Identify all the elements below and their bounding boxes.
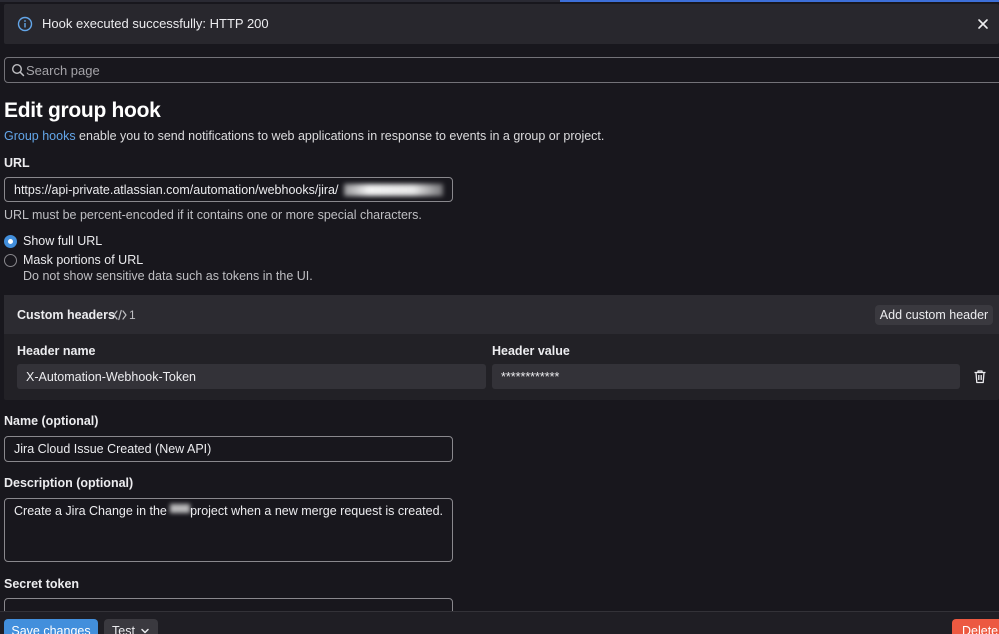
show-full-url-radio[interactable] <box>4 234 17 248</box>
secret-token-label: Secret token <box>4 577 80 591</box>
url-redaction <box>344 183 443 196</box>
custom-headers-panel: Custom headers 1 Add custom header Heade… <box>4 295 999 400</box>
top-progress-line <box>0 0 999 2</box>
custom-headers-count: 1 <box>129 308 136 322</box>
search-input[interactable] <box>26 60 986 80</box>
add-custom-header-button[interactable]: Add custom header <box>875 305 993 325</box>
close-alert-button[interactable] <box>973 14 993 34</box>
trash-icon[interactable] <box>973 369 987 384</box>
header-value-input[interactable]: ************ <box>492 364 960 389</box>
save-changes-button[interactable]: Save changes <box>4 619 98 634</box>
intro-text: enable you to send notifications to web … <box>75 129 605 143</box>
alert-message: Hook executed successfully: HTTP 200 <box>42 16 269 31</box>
name-input[interactable]: Jira Cloud Issue Created (New API) <box>4 436 453 462</box>
page-title: Edit group hook <box>4 99 161 122</box>
url-label: URL <box>4 156 30 170</box>
name-label: Name (optional) <box>4 414 99 428</box>
test-button-label: Test <box>112 624 135 634</box>
code-icon <box>113 309 127 321</box>
page-intro: Group hooks enable you to send notificat… <box>4 129 604 143</box>
header-name-input[interactable]: X-Automation-Webhook-Token <box>17 364 486 389</box>
show-full-url-label: Show full URL <box>23 234 103 248</box>
mask-url-help: Do not show sensitive data such as token… <box>23 269 313 283</box>
mask-url-option[interactable]: Mask portions of URL <box>4 253 143 267</box>
info-icon <box>17 16 33 32</box>
custom-headers-bar: Custom headers 1 Add custom header <box>4 295 999 334</box>
url-value: https://api-private.atlassian.com/automa… <box>14 182 339 197</box>
show-full-url-option[interactable]: Show full URL <box>4 234 102 248</box>
description-text-end: project when a new merge request is crea… <box>190 504 443 518</box>
group-hooks-link[interactable]: Group hooks <box>4 129 76 143</box>
search-icon <box>11 63 25 77</box>
description-textarea[interactable]: Create a Jira Change in the project when… <box>4 498 453 562</box>
success-alert: Hook executed successfully: HTTP 200 <box>4 4 999 44</box>
custom-headers-title: Custom headers <box>17 308 115 322</box>
test-dropdown-button[interactable]: Test <box>104 619 158 634</box>
chevron-down-icon <box>141 628 149 634</box>
header-value-column-label: Header value <box>492 344 570 358</box>
description-redaction <box>170 504 191 513</box>
url-input[interactable]: https://api-private.atlassian.com/automa… <box>4 177 453 202</box>
url-help-text: URL must be percent-encoded if it contai… <box>4 208 422 222</box>
form-footer: Save changes Test Delete <box>0 611 999 634</box>
mask-url-label: Mask portions of URL <box>23 253 144 267</box>
search-page-box <box>4 57 999 83</box>
close-icon <box>978 19 988 29</box>
description-text-start: Create a Jira Change in the <box>14 504 167 518</box>
mask-url-radio[interactable] <box>4 253 17 267</box>
header-name-column-label: Header name <box>17 344 96 358</box>
delete-button[interactable]: Delete <box>952 619 999 634</box>
description-label: Description (optional) <box>4 476 134 490</box>
